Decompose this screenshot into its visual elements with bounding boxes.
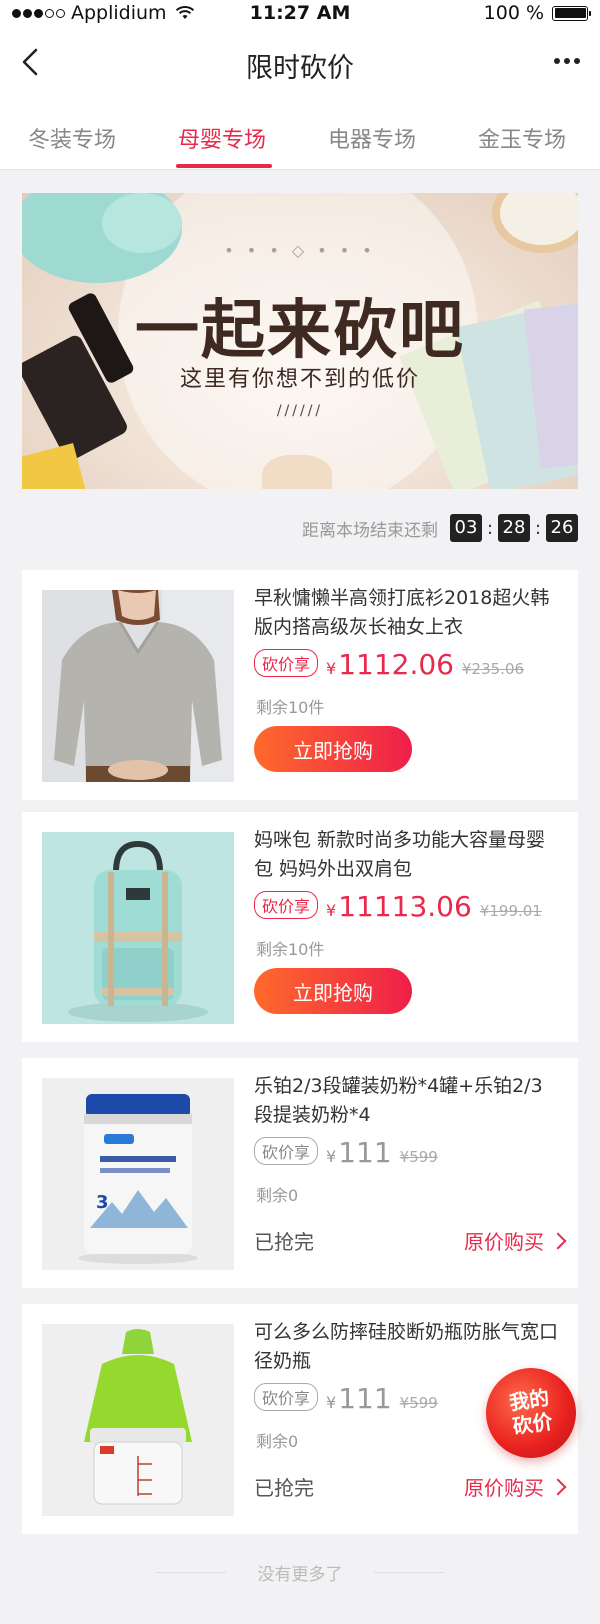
tab-appliances[interactable]: 电器专场 (328, 122, 416, 154)
original-price: ¥599 (399, 1148, 438, 1166)
product-title[interactable]: 乐铂2/3段罐装奶粉*4罐+乐铂2/3段提装奶粉*4 (254, 1072, 559, 1130)
banner-subline: 这里有你想不到的低价 (179, 367, 420, 392)
battery-percent: 100 % (483, 2, 544, 24)
buy-now-button[interactable]: 立即抢购 (254, 726, 412, 772)
page-title: 限时砍价 (246, 53, 354, 84)
remaining-stock: 剩余0 (256, 1432, 299, 1451)
banner-headline: 一起来砍吧 (135, 294, 465, 368)
promo-banner[interactable]: • • • ◇ • • • 一起来砍吧 这里有你想不到的低价 ////// (22, 193, 578, 489)
product-image-sweater[interactable] (42, 590, 234, 782)
banner-slashes: ////// (276, 403, 324, 419)
active-tab-indicator (176, 164, 272, 168)
more-dot (574, 58, 580, 64)
buy-original-price-link[interactable]: 原价购买 (464, 1226, 567, 1255)
divider-line (374, 1572, 444, 1573)
countdown-label: 距离本场结束还剩 (302, 520, 438, 541)
countdown-separator: : (486, 517, 494, 539)
svg-text:3: 3 (96, 1192, 109, 1213)
more-dot (564, 58, 570, 64)
category-tabs: 冬装专场 母婴专场 电器专场 金玉专场 (0, 100, 600, 170)
sweater-image (42, 590, 234, 782)
countdown-seconds: 26 (546, 514, 578, 542)
countdown: 距离本场结束还剩 03 : 28 : 26 (302, 514, 578, 542)
buy-original-price-label: 原价购买 (464, 1476, 544, 1500)
product-image-bottle[interactable] (42, 1324, 234, 1516)
price-row: 砍价享 ¥ 111 ¥599 (254, 1136, 438, 1169)
sold-out-label: 已抢完 (254, 1230, 314, 1254)
no-more-text: 没有更多了 (257, 1565, 343, 1585)
price-row: 砍价享 ¥ 1112.06 ¥235.06 (254, 648, 524, 681)
product-image-formula[interactable]: 3 (42, 1078, 234, 1270)
bargain-tag: 砍价享 (254, 1137, 319, 1165)
original-price: ¥599 (399, 1394, 438, 1412)
currency-symbol: ¥ (326, 659, 337, 678)
original-price: ¥235.06 (462, 660, 525, 678)
countdown-separator: : (534, 517, 542, 539)
divider-line (156, 1572, 226, 1573)
buy-original-price-link[interactable]: 原价购买 (464, 1472, 567, 1501)
remaining-stock: 剩余0 (256, 1186, 299, 1205)
chevron-right-icon (549, 1478, 567, 1495)
sold-out-label: 已抢完 (254, 1476, 314, 1500)
remaining-stock: 剩余10件 (256, 698, 325, 717)
buy-now-button[interactable]: 立即抢购 (254, 968, 412, 1014)
countdown-hours: 03 (450, 514, 482, 542)
no-more-footer: 没有更多了 (0, 1560, 600, 1585)
remaining-stock: 剩余10件 (256, 940, 325, 959)
tab-winter[interactable]: 冬装专场 (28, 122, 116, 154)
banner-deco: • • • ◇ • • • (224, 241, 376, 260)
product-card[interactable]: 早秋慵懒半高领打底衫2018超火韩版内搭高级灰长袖女上衣 砍价享 ¥ 1112.… (22, 570, 578, 800)
countdown-minutes: 28 (498, 514, 530, 542)
status-right: 100 % (483, 2, 591, 24)
price-row: 砍价享 ¥ 11113.06 ¥199.01 (254, 890, 542, 923)
bargain-tag: 砍价享 (254, 649, 319, 677)
bargain-tag: 砍价享 (254, 1383, 319, 1411)
nav-bar: 限时砍价 (0, 28, 600, 100)
currency-symbol: ¥ (326, 1147, 337, 1166)
currency-symbol: ¥ (326, 1393, 337, 1412)
tab-mother-baby[interactable]: 母婴专场 (178, 122, 266, 154)
baby-bottle-image (42, 1324, 234, 1516)
battery-icon (552, 5, 591, 21)
product-card[interactable]: 妈咪包 新款时尚多功能大容量母婴包 妈妈外出双肩包 砍价享 ¥ 11113.06… (22, 812, 578, 1042)
product-image-backpack[interactable] (42, 832, 234, 1024)
more-dot (554, 58, 560, 64)
currency-symbol: ¥ (326, 901, 337, 920)
price-row: 砍价享 ¥ 111 ¥599 (254, 1382, 438, 1415)
bargain-tag: 砍价享 (254, 891, 319, 919)
more-button[interactable] (554, 58, 580, 64)
product-title[interactable]: 可么多么防摔硅胶断奶瓶防胀气宽口径奶瓶 (254, 1318, 559, 1376)
buy-original-price-label: 原价购买 (464, 1230, 544, 1254)
bargain-price: 11113.06 (338, 890, 472, 923)
bargain-price: 111 (338, 1136, 392, 1169)
bargain-price: 111 (338, 1382, 392, 1415)
bargain-price: 1112.06 (338, 648, 454, 681)
product-title[interactable]: 早秋慵懒半高领打底衫2018超火韩版内搭高级灰长袖女上衣 (254, 584, 559, 642)
status-bar: Applidium 11:27 AM 100 % (0, 0, 600, 28)
milk-formula-image: 3 (42, 1078, 234, 1270)
chevron-right-icon (549, 1232, 567, 1249)
banner-heart-object (262, 455, 332, 489)
tab-gold-jade[interactable]: 金玉专场 (478, 122, 566, 154)
product-card[interactable]: 3 乐铂2/3段罐装奶粉*4罐+乐铂2/3段提装奶粉*4 砍价享 ¥ 111 ¥… (22, 1058, 578, 1288)
original-price: ¥199.01 (479, 902, 542, 920)
product-title[interactable]: 妈咪包 新款时尚多功能大容量母婴包 妈妈外出双肩包 (254, 826, 559, 884)
backpack-image (42, 832, 234, 1024)
